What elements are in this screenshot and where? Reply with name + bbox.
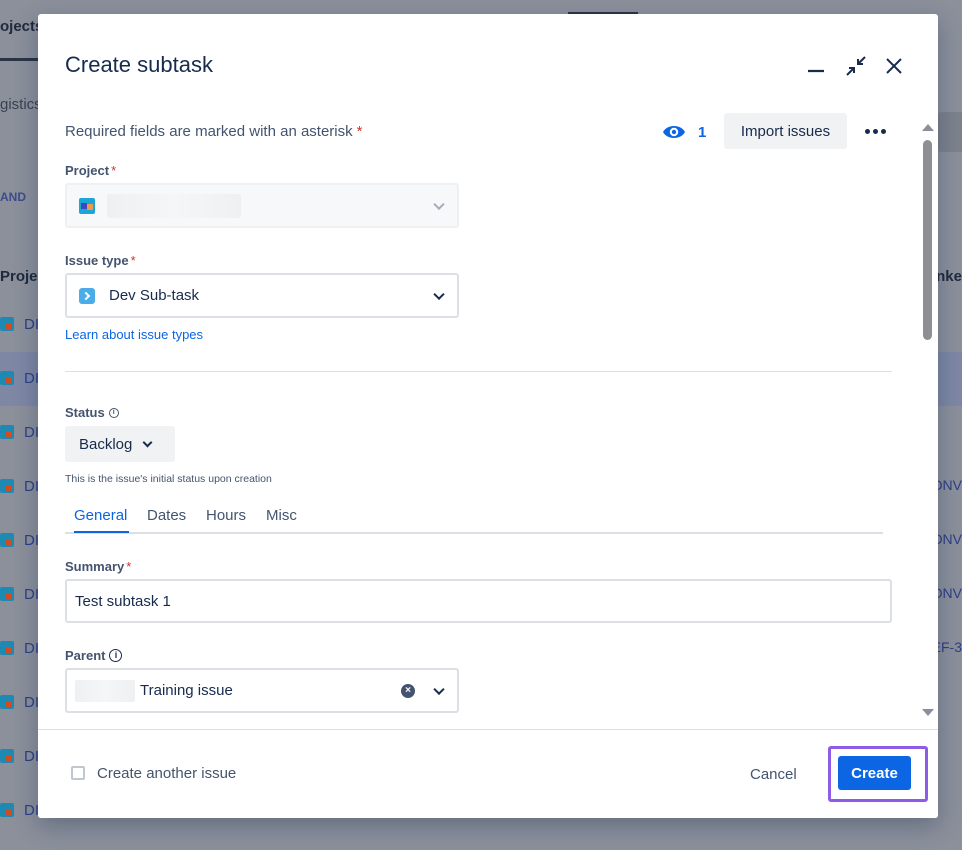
create-another-checkbox[interactable] [71,766,85,780]
chevron-down-icon [142,437,153,447]
bg-tab-projects: ojects [0,18,44,35]
cancel-button[interactable]: Cancel [750,761,797,787]
dialog-title: Create subtask [65,52,213,77]
dialog-footer: Create another issue Cancel [38,729,938,818]
bg-table-row: DI [0,638,39,658]
info-icon[interactable]: i [109,649,123,663]
bg-table-row: DI [0,368,39,388]
bg-table-row: DI [0,422,39,442]
bg-table-row: DI [0,530,39,550]
clear-icon[interactable]: × [401,683,415,698]
collapse-arrows-icon [846,56,866,76]
parent-label: Parent i [65,648,123,663]
project-name-redacted [107,193,241,218]
summary-input[interactable]: Test subtask 1 [65,579,892,623]
more-dot [872,128,878,134]
project-icon [0,317,14,331]
close-icon [886,58,902,74]
bg-table-row: DI [0,746,39,766]
tab-hours[interactable]: Hours [206,507,246,524]
project-icon [0,749,14,763]
bg-scroll-element [938,112,962,152]
create-another-label: Create another issue [97,765,237,782]
info-icon[interactable]: i [108,407,119,418]
required-fields-note: Required fields are marked with an aster… [65,123,363,140]
watchers-button[interactable]: 1 [662,120,706,144]
bg-filter-and: AND [0,190,26,204]
create-subtask-dialog: Create subtask Required fields are marke… [38,14,938,818]
parent-value: Training issue [140,682,233,699]
status-value: Backlog [79,435,133,453]
bg-table-header-linked: nke [936,268,962,285]
status-dropdown[interactable]: Backlog [65,426,175,462]
more-dot [880,128,886,134]
more-actions-button[interactable] [860,118,890,144]
bg-table-row: DI [0,584,39,604]
minimize-icon [808,69,824,73]
create-button[interactable]: Create [838,756,911,790]
collapse-button[interactable] [842,52,870,80]
parent-select[interactable]: Training issue × [65,668,459,713]
project-icon [79,197,95,214]
chevron-down-icon [433,198,445,210]
minimize-button[interactable] [802,52,830,80]
import-issues-button[interactable]: Import issues [724,113,847,149]
scrollbar-thumb[interactable] [923,140,932,340]
close-button[interactable] [880,52,908,80]
issue-type-select[interactable]: Dev Sub-task [65,273,459,318]
bg-table-row: DI [0,692,39,712]
watchers-count: 1 [698,123,707,141]
active-tab-indicator [74,531,129,533]
project-icon [0,371,14,385]
section-divider [65,371,892,372]
chevron-down-icon [433,683,445,695]
bg-subtitle: gistics [0,96,42,113]
parent-key-redacted [75,679,135,702]
status-label: Status i [65,405,119,420]
tab-general[interactable]: General [74,507,127,524]
status-helper-text: This is the issue's initial status upon … [65,473,272,485]
project-icon [0,425,14,439]
issue-type-value: Dev Sub-task [109,287,200,304]
bg-tab-underline [0,58,40,61]
chevron-down-icon [433,288,445,300]
project-icon [0,641,14,655]
project-icon [0,587,14,601]
summary-value: Test subtask 1 [75,592,171,610]
tab-misc[interactable]: Misc [266,507,297,524]
scroll-up-arrow[interactable] [922,124,934,131]
subtask-icon [79,287,95,304]
tab-dates[interactable]: Dates [147,507,186,524]
summary-label: Summary * [65,559,132,574]
field-tabs: General Dates Hours Misc [65,502,883,534]
project-icon [0,803,14,817]
project-icon [0,479,14,493]
eye-icon [663,126,685,138]
issue-type-label: Issue type * [65,253,136,268]
project-select[interactable] [65,183,459,228]
bg-table-row: DI [0,476,39,496]
learn-issue-types-link[interactable]: Learn about issue types [65,327,203,342]
more-dot [864,128,870,134]
project-label: Project * [65,163,117,178]
project-icon [0,695,14,709]
project-icon [0,533,14,547]
scroll-down-arrow[interactable] [922,709,934,716]
bg-table-row: DI [0,800,39,820]
bg-table-row: DI [0,314,39,334]
